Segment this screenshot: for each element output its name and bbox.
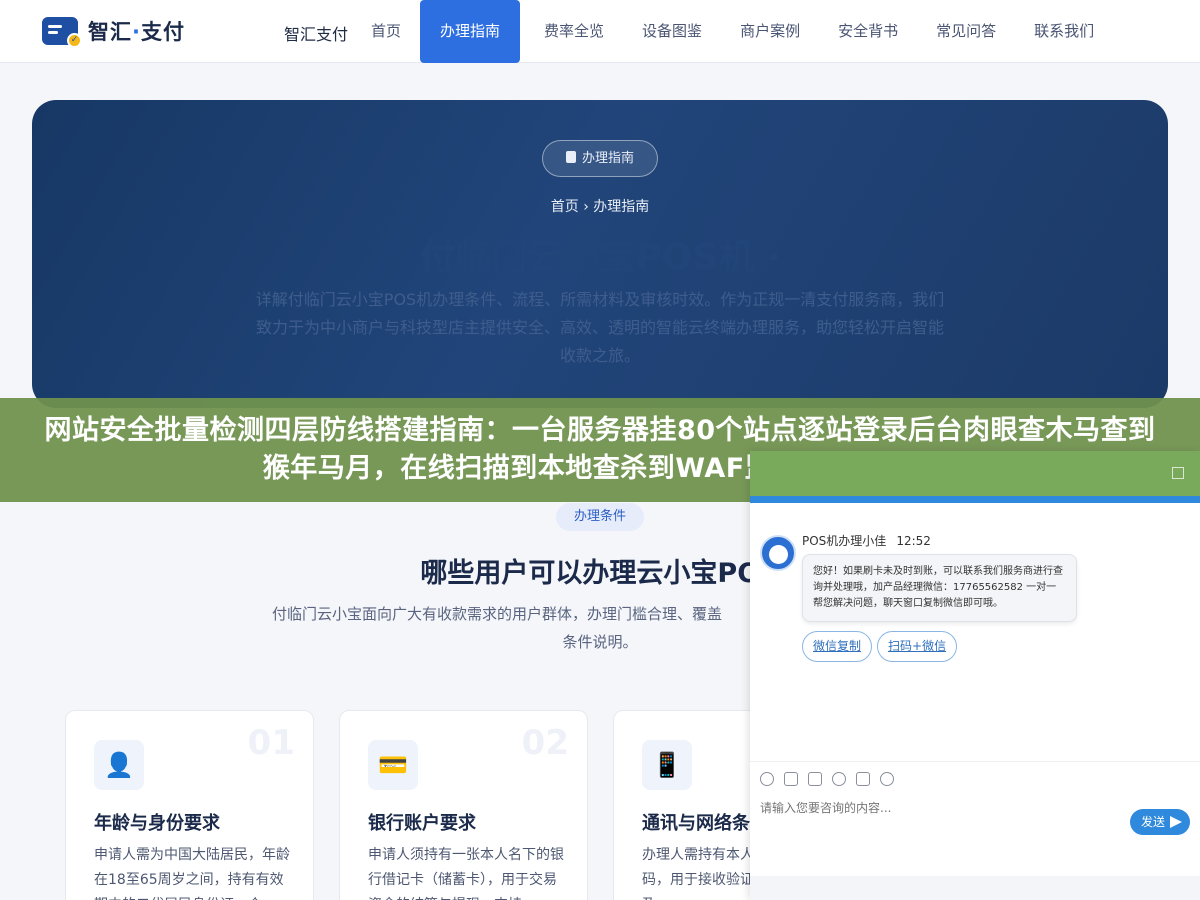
- nav-rates[interactable]: 费率全览: [525, 0, 623, 63]
- chat-widget: POS机办理小佳 12:52 您好！如果刷卡未及时到账，可以联系我们服务商进行查询…: [750, 451, 1200, 900]
- mute-icon[interactable]: [856, 771, 870, 786]
- main-nav: 首页 办理指南 费率全览 设备图鉴 商户案例 安全背书 常见问答 联系我们: [352, 0, 1113, 63]
- card-text: 申请人须持有一张本人名下的银行借记卡（储蓄卡），用于交易资金的结算与提现，支持: [368, 847, 564, 900]
- send-icon: [1170, 816, 1182, 828]
- message-time: 12:52: [896, 534, 931, 548]
- chat-bubbles-icon[interactable]: [880, 771, 894, 786]
- card-title: 银行账户要求: [368, 813, 476, 834]
- top-header: ✓ 智汇·支付 智汇支付 首页 办理指南 费率全览 设备图鉴 商户案例 安全背书…: [0, 0, 1200, 63]
- copy-wechat-button[interactable]: 微信复制: [802, 631, 873, 662]
- nav-contact[interactable]: 联系我们: [1015, 0, 1113, 63]
- nav-guide[interactable]: 办理指南: [420, 0, 521, 63]
- agent-avatar: [760, 535, 796, 571]
- condition-card: 01 👤 年龄与身份要求 申请人需为中国大陆居民，年龄在18至65周岁之间，持有…: [65, 710, 314, 900]
- minimize-icon[interactable]: [1172, 467, 1184, 479]
- chat-message: 您好！如果刷卡未及时到账，可以联系我们服务商进行查询并处理哦，加产品经理微信：1…: [802, 554, 1077, 622]
- nav-home[interactable]: 首页: [352, 0, 420, 63]
- card-text: 申请人需为中国大陆居民，年龄在18至65周岁之间，持有有效期内的二代居民身份证，…: [94, 847, 290, 900]
- breadcrumb[interactable]: 首页 › 办理指南: [32, 196, 1168, 216]
- nav-faq[interactable]: 常见问答: [917, 0, 1015, 63]
- hero-badge: 办理指南: [542, 140, 658, 177]
- chat-input[interactable]: [760, 801, 1120, 815]
- clipboard-icon: [565, 151, 576, 163]
- emoji-icon[interactable]: [760, 771, 774, 786]
- screenshot-icon[interactable]: [808, 771, 822, 786]
- chat-header[interactable]: [750, 451, 1200, 503]
- scan-wechat-button[interactable]: 扫码+微信: [877, 631, 958, 662]
- brand-name: 智汇支付: [284, 25, 349, 44]
- card-title: 年龄与身份要求: [94, 813, 220, 834]
- site-logo[interactable]: ✓ 智汇·支付: [42, 14, 185, 48]
- card-number: 01: [247, 723, 295, 763]
- logo-text: 智汇·支付: [88, 20, 185, 44]
- nav-cases[interactable]: 商户案例: [721, 0, 819, 63]
- send-button[interactable]: 发送: [1130, 809, 1190, 835]
- phone-icon: 📱: [642, 740, 692, 790]
- card-icon: 💳: [368, 740, 418, 790]
- nav-devices[interactable]: 设备图鉴: [623, 0, 721, 63]
- person-icon: 👤: [94, 740, 144, 790]
- page-title: 付临门云小宝POS机 ·: [419, 237, 781, 278]
- hero-banner: 办理指南 首页 › 办理指南 付临门云小宝POS机 · 详解付临门云小宝POS机…: [32, 100, 1168, 408]
- image-icon[interactable]: [784, 771, 798, 786]
- section-tag: 办理条件: [556, 503, 644, 531]
- quick-replies: 微信复制 扫码+微信: [802, 631, 962, 662]
- chat-toolbar: [750, 761, 1200, 795]
- card-number: 02: [521, 723, 569, 763]
- agent-name: POS机办理小佳 12:52: [802, 534, 931, 548]
- hero-description: 详解付临门云小宝POS机办理条件、流程、所需材料及审核时效。作为正规一清支付服务…: [255, 290, 945, 365]
- shield-icon[interactable]: [832, 771, 846, 786]
- nav-security[interactable]: 安全背书: [819, 0, 917, 63]
- condition-card: 02 💳 银行账户要求 申请人须持有一张本人名下的银行借记卡（储蓄卡），用于交易…: [339, 710, 588, 900]
- chat-footer: [750, 876, 1200, 900]
- logo-icon: ✓: [42, 17, 82, 48]
